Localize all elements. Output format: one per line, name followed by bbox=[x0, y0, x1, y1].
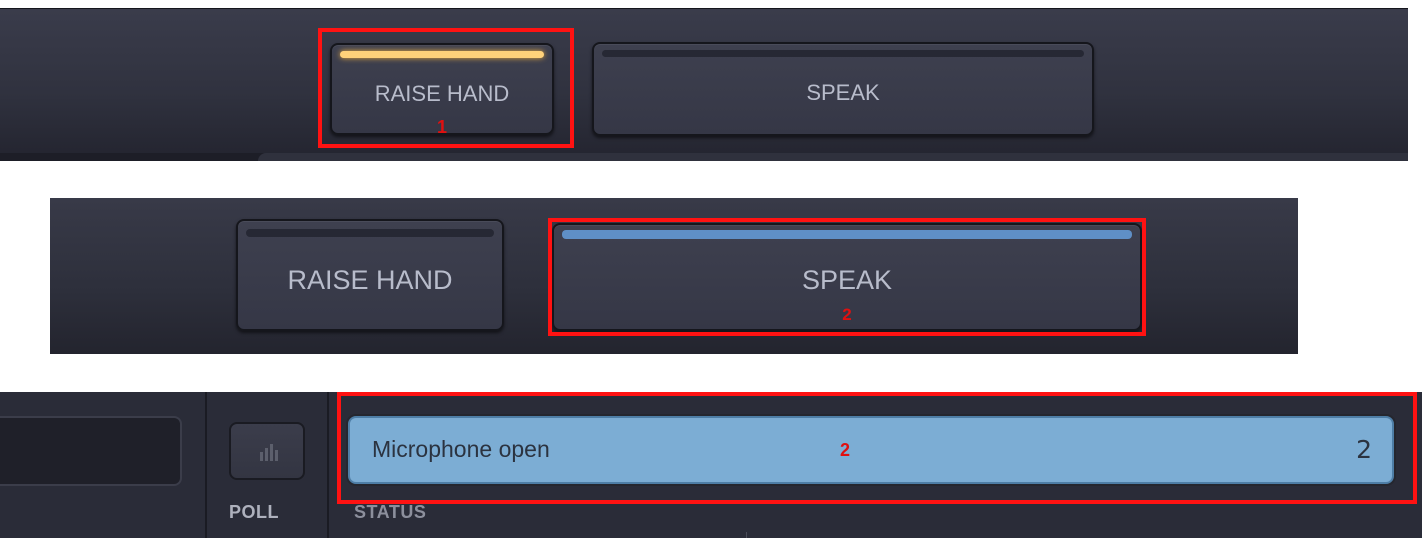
poll-section: POLL bbox=[207, 392, 329, 538]
bar-chart-icon bbox=[260, 444, 278, 461]
speak-label: SPEAK bbox=[806, 80, 880, 105]
raise-hand-indicator bbox=[340, 51, 544, 58]
controls-panel-speak-active: RAISE HAND SPEAK 2 bbox=[50, 198, 1298, 354]
speak-label: SPEAK bbox=[801, 265, 893, 295]
empty-slot bbox=[0, 416, 182, 486]
annotation-marker: 2 bbox=[842, 305, 852, 324]
speak-indicator bbox=[562, 230, 1132, 239]
poll-button[interactable] bbox=[229, 422, 305, 480]
raise-hand-indicator bbox=[246, 229, 494, 237]
annotation-marker: 2 bbox=[840, 440, 851, 460]
left-slot-area bbox=[0, 392, 207, 538]
speak-indicator bbox=[602, 50, 1084, 57]
divider bbox=[746, 532, 747, 538]
status-bar: Microphone open 2 2 bbox=[348, 416, 1394, 484]
raise-hand-label: RAISE HAND bbox=[287, 265, 453, 295]
raise-hand-button[interactable]: RAISE HAND 1 bbox=[330, 43, 554, 137]
speak-button[interactable]: SPEAK bbox=[592, 42, 1094, 136]
controls-panel-raise-hand-active: RAISE HAND 1 SPEAK bbox=[0, 8, 1408, 161]
status-count: 2 bbox=[1356, 435, 1372, 464]
status-panel: POLL Microphone open 2 2 STATUS bbox=[0, 392, 1422, 538]
speak-button[interactable]: SPEAK 2 bbox=[552, 223, 1142, 331]
raise-hand-button[interactable]: RAISE HAND bbox=[236, 219, 504, 331]
status-label: STATUS bbox=[354, 502, 427, 522]
raise-hand-label: RAISE HAND bbox=[374, 81, 510, 106]
annotation-marker: 1 bbox=[436, 117, 447, 137]
panel-bottom-strip bbox=[0, 153, 1408, 161]
status-text: Microphone open bbox=[372, 436, 550, 462]
poll-label: POLL bbox=[229, 502, 279, 522]
